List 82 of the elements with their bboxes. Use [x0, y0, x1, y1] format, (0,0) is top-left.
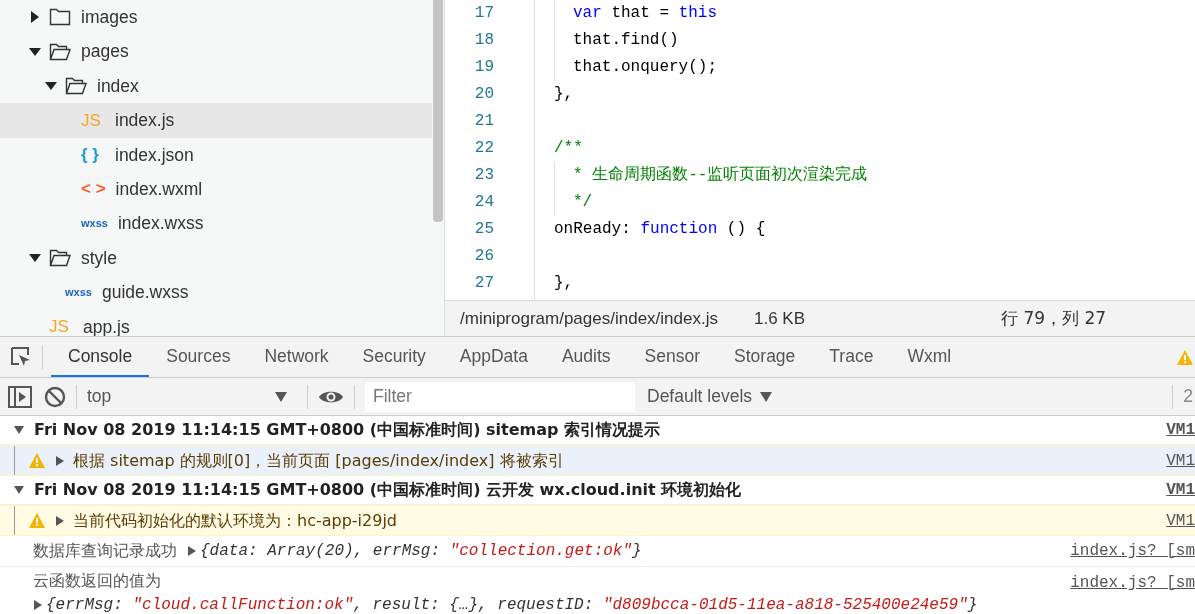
source-link[interactable]: VM1 — [1166, 448, 1195, 473]
folder-item[interactable]: index — [0, 68, 432, 104]
levels-dropdown[interactable]: Default levels — [647, 383, 773, 410]
sidebar-toggle-icon[interactable] — [8, 385, 32, 408]
issue-count: 2 — [1183, 385, 1194, 409]
object-preview: {data: Array(20), errMsg: "collection.get:ok"} — [200, 541, 642, 562]
devtools-tab[interactable]: Sources — [149, 337, 248, 377]
cursor-position: 行 79，列 27 — [1001, 306, 1107, 330]
caret-right-icon — [55, 515, 65, 526]
line-number: 22 — [473, 138, 494, 159]
source-link[interactable]: index.js? [sm — [1070, 571, 1195, 595]
devtools-tab[interactable]: Audits — [544, 337, 628, 377]
source-link[interactable]: VM1 — [1166, 508, 1195, 533]
file-item[interactable]: JS index.js — [0, 103, 432, 138]
file-type-icon: { } — [81, 142, 105, 168]
filter-field[interactable]: Filter — [365, 381, 635, 412]
line-number: 25 — [473, 219, 494, 240]
devtools-tab[interactable]: AppData — [442, 337, 545, 377]
warning-message: 根据 sitemap 的规则[0]，当前页面 [pages/index/index] 将被索引 — [73, 449, 564, 472]
caret-down-icon — [275, 391, 287, 402]
devtools-tab[interactable]: Security — [345, 337, 443, 377]
clear-icon[interactable] — [44, 385, 66, 408]
file-type-icon: wxss — [65, 284, 92, 301]
folder-icon — [49, 8, 71, 27]
line-number: 17 — [473, 3, 494, 24]
file-item[interactable]: < > index.wxml — [0, 171, 432, 207]
code-line: }, — [554, 85, 574, 103]
caret-right-icon — [33, 600, 43, 610]
open-folder-icon — [49, 248, 71, 267]
folder-item[interactable]: style — [0, 240, 432, 276]
devtools-tab[interactable]: Trace — [812, 337, 891, 377]
source-link[interactable]: VM1 — [1166, 418, 1195, 442]
file-type-icon: wxss — [81, 215, 108, 232]
line-number: 27 — [473, 273, 494, 294]
source-link[interactable]: VM1 — [1166, 478, 1195, 502]
log-message: 云函数返回的值为 — [33, 570, 161, 592]
code-line: * 生命周期函数--监听页面初次渲染完成 — [573, 166, 868, 184]
log-message: 数据库查询记录成功 — [33, 540, 177, 562]
code-line: onReady: function () { — [554, 220, 766, 238]
code-line: */ — [573, 193, 593, 211]
file-size: 1.6 KB — [753, 307, 805, 330]
context-select[interactable]: top — [87, 383, 297, 410]
caret-right-icon — [187, 546, 197, 556]
code-line: }, — [554, 274, 574, 292]
caret-right-icon — [55, 455, 65, 466]
code-line: var that = this — [573, 4, 718, 22]
file-item[interactable]: JS app.js — [0, 309, 432, 336]
file-item[interactable]: wxss guide.wxss — [0, 275, 432, 310]
file-type-icon: JS — [49, 313, 73, 336]
open-folder-icon — [49, 42, 71, 61]
folder-item[interactable]: images — [0, 0, 432, 35]
source-link[interactable]: index.js? [sm — [1070, 539, 1195, 563]
code-line: /** — [554, 139, 583, 157]
warning-icon — [29, 453, 45, 468]
warning-message: 当前代码初始化的默认环境为：hc-app-i29jd — [73, 509, 397, 532]
line-number: 20 — [473, 84, 494, 105]
line-number: 24 — [473, 192, 494, 213]
file-item[interactable]: wxss index.wxss — [0, 206, 432, 241]
caret-down-icon — [760, 391, 773, 402]
open-folder-icon — [65, 76, 87, 95]
devtools-tab[interactable]: Network — [247, 337, 346, 377]
warning-icon — [29, 513, 45, 528]
scrollbar-thumb[interactable] — [433, 0, 443, 222]
line-number: 19 — [473, 57, 494, 78]
object-preview: {errMsg: "cloud.callFunction:ok", result: {…}, requestID: "d809bcca-01d5-11ea-a818-525400e24e59"} — [46, 595, 978, 614]
devtools-tab[interactable]: Storage — [717, 337, 813, 377]
devtools-tab[interactable]: Wxml — [890, 337, 969, 377]
line-number: 18 — [473, 30, 494, 51]
folder-item[interactable]: pages — [0, 34, 432, 69]
line-number: 26 — [473, 246, 494, 267]
inspect-icon — [10, 346, 32, 368]
group-title: Fri Nov 08 2019 11:14:15 GMT+0800 (中国标准时间) 云开发 wx.cloud.init 环境初始化 — [34, 479, 742, 501]
line-number: 23 — [473, 165, 494, 186]
file-type-icon: < > — [81, 176, 106, 202]
group-title: Fri Nov 08 2019 11:14:15 GMT+0800 (中国标准时间) sitemap 索引情况提示 — [34, 419, 660, 441]
file-type-icon: JS — [81, 107, 105, 134]
code-line: that.onquery(); — [573, 58, 718, 76]
file-path: /miniprogram/pages/index/index.js — [460, 307, 718, 330]
file-item[interactable]: { } index.json — [0, 137, 432, 172]
line-number: 21 — [473, 111, 494, 132]
code-line: that.find() — [573, 31, 679, 49]
devtools-tab[interactable]: Sensor — [627, 337, 718, 377]
